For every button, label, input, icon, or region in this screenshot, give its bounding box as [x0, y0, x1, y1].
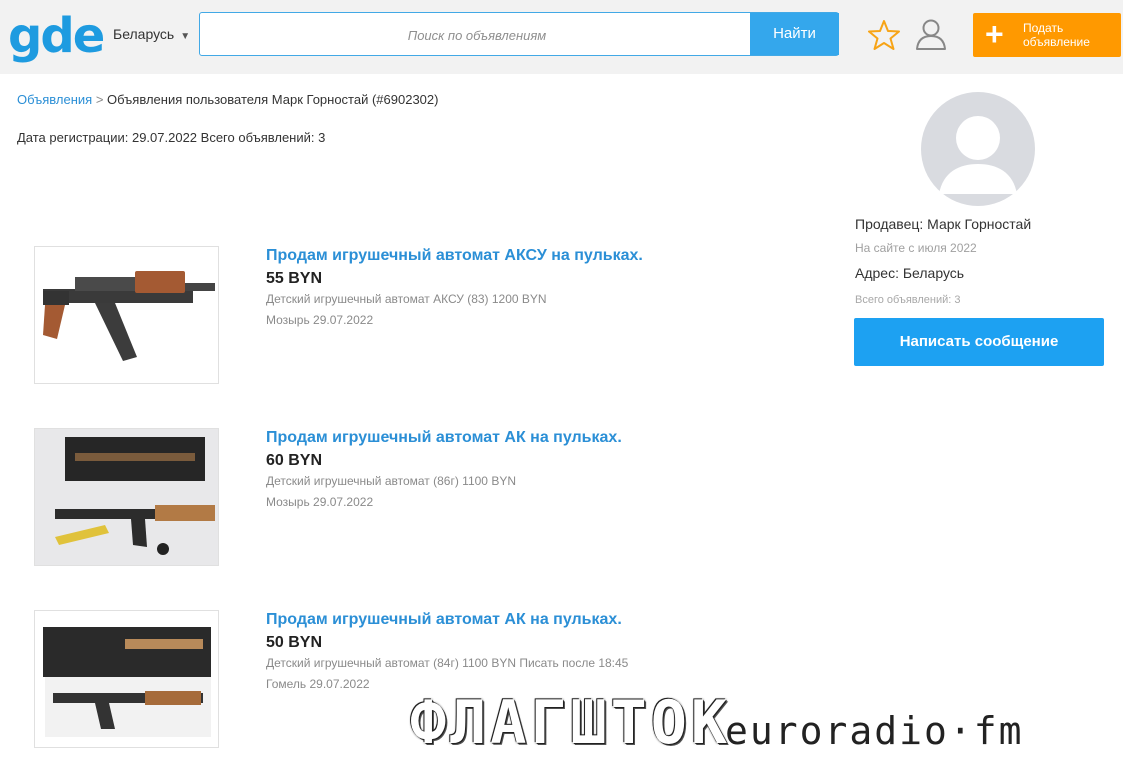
- listing-location-date: Мозырь 29.07.2022: [266, 313, 374, 327]
- post-ad-button[interactable]: + Подать объявление: [973, 13, 1121, 57]
- listing-item: Продам игрушечный автомат АКСУ на пулька…: [34, 246, 824, 386]
- post-ad-label: Подать объявление: [1023, 21, 1113, 49]
- listing-price: 60 BYN: [266, 452, 323, 469]
- breadcrumb-current: Объявления пользователя Марк Горностай (…: [107, 92, 439, 107]
- region-selector[interactable]: Беларусь ▼: [113, 24, 190, 47]
- seller-since: На сайте с июля 2022: [855, 241, 977, 255]
- watermark-flagshtok: ФЛАГШТОК: [410, 688, 731, 758]
- watermark-euroradio: euroradio·fm: [725, 709, 1024, 753]
- listing-location-date: Гомель 29.07.2022: [266, 677, 370, 691]
- seller-ad-count: Всего объявлений: 3: [855, 294, 961, 306]
- post-ad-label-line2: объявление: [1023, 35, 1090, 49]
- search-input[interactable]: [200, 13, 754, 57]
- seller-address: Адрес: Беларусь: [855, 265, 965, 281]
- listing-description: Детский игрушечный автомат (86г) 1100 BY…: [266, 474, 516, 488]
- breadcrumb-separator: >: [95, 92, 104, 107]
- listing-description: Детский игрушечный автомат (84г) 1100 BY…: [266, 656, 629, 670]
- region-label: Беларусь: [113, 26, 175, 42]
- plus-icon: +: [985, 16, 1004, 52]
- listing-item: Продам игрушечный автомат АК на пульках.…: [34, 428, 824, 568]
- user-icon[interactable]: [914, 17, 948, 51]
- site-header: gde Беларусь ▼ Найти + Подать объявление: [0, 0, 1123, 74]
- search-button[interactable]: Найти: [750, 13, 839, 55]
- send-message-button[interactable]: Написать сообщение: [854, 318, 1104, 366]
- listing-price: 50 BYN: [266, 634, 323, 651]
- seller-name: Продавец: Марк Горностай: [855, 216, 1032, 232]
- listing-title[interactable]: Продам игрушечный автомат АК на пульках.: [266, 429, 622, 447]
- star-icon[interactable]: [868, 19, 900, 51]
- seller-avatar: [921, 92, 1035, 206]
- listing-title[interactable]: Продам игрушечный автомат АКСУ на пулька…: [266, 247, 643, 265]
- listing-thumbnail[interactable]: [34, 428, 219, 566]
- listing-description: Детский игрушечный автомат АКСУ (83) 120…: [266, 292, 547, 306]
- site-logo[interactable]: gde: [8, 8, 105, 64]
- breadcrumb: Объявления > Объявления пользователя Мар…: [17, 92, 438, 107]
- listing-location-date: Мозырь 29.07.2022: [266, 495, 374, 509]
- breadcrumb-root-link[interactable]: Объявления: [17, 92, 92, 107]
- registration-info: Дата регистрации: 29.07.2022 Всего объяв…: [17, 130, 326, 145]
- listing-title[interactable]: Продам игрушечный автомат АК на пульках.: [266, 611, 622, 629]
- post-ad-label-line1: Подать: [1023, 21, 1064, 35]
- listing-price: 55 BYN: [266, 270, 323, 287]
- listing-thumbnail[interactable]: [34, 610, 219, 748]
- search-bar: Найти: [199, 12, 839, 57]
- chevron-down-icon: ▼: [180, 31, 191, 42]
- listing-thumbnail[interactable]: [34, 246, 219, 384]
